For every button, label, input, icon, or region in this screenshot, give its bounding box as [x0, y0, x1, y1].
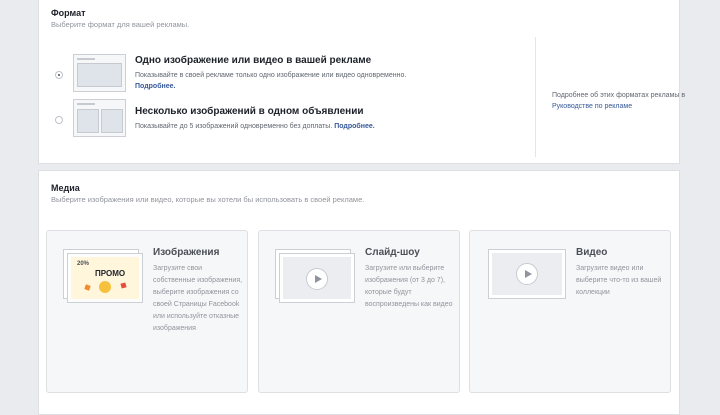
format-section: Формат Выберите формат для вашей рекламы… — [38, 0, 685, 164]
radio-carousel[interactable] — [55, 116, 63, 124]
media-card-video[interactable]: Видео Загрузите видео или выберите что-т… — [469, 230, 671, 393]
format-title: Формат — [51, 8, 86, 18]
card-description: Загрузите видео или выберите что-то из в… — [576, 265, 662, 296]
media-subtitle: Выберите изображения или видео, которые … — [51, 195, 365, 204]
single-image-thumbnail — [73, 54, 126, 92]
divider — [535, 37, 536, 157]
learn-more-link[interactable]: Подробнее. — [334, 123, 375, 130]
learn-more-link[interactable]: Подробнее. — [135, 83, 176, 90]
card-description: Загрузите или выберите изображения (от 3… — [365, 265, 453, 308]
card-title: Изображения — [153, 247, 220, 258]
ads-guide-link[interactable]: Руководстве по рекламе — [552, 103, 632, 110]
media-card-slideshow[interactable]: Слайд-шоу Загрузите или выберите изображ… — [258, 230, 460, 393]
carousel-thumbnail — [73, 99, 126, 137]
format-help-note: Подробнее об этих форматах рекламы в Рук… — [552, 92, 686, 110]
card-title: Видео — [576, 247, 608, 258]
format-subtitle: Выберите формат для вашей рекламы. — [51, 20, 190, 29]
card-title: Слайд-шоу — [365, 247, 420, 258]
card-description: Загрузите свои собственные изображения, … — [153, 265, 243, 332]
media-title: Медиа — [51, 183, 80, 193]
option-title: Несколько изображений в одном объявлении — [135, 106, 364, 117]
radio-single[interactable] — [55, 71, 63, 79]
option-description: Показывайте до 5 изображений одновременн… — [135, 123, 375, 130]
media-card-images[interactable]: 20% ПРОМО Изображения Загрузите свои соб… — [46, 230, 248, 393]
option-description: Показывайте в своей рекламе только одно … — [135, 72, 407, 90]
promo-label: ПРОМО — [95, 269, 126, 278]
option-title: Одно изображение или видео в вашей рекла… — [135, 55, 372, 66]
